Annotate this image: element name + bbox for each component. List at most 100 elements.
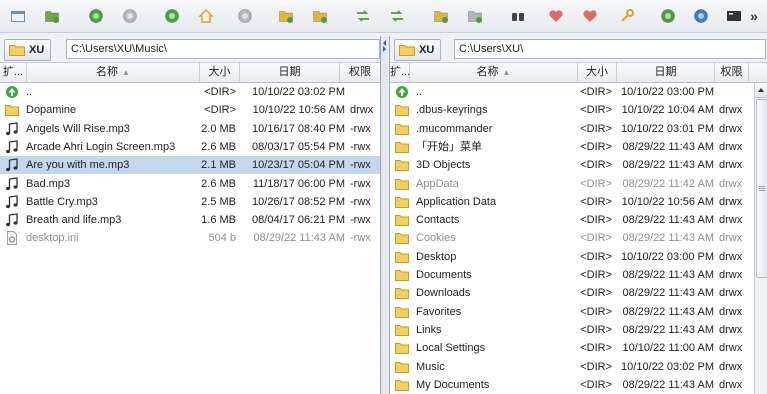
scroll-up-button[interactable] xyxy=(755,83,767,98)
music-file-icon xyxy=(6,195,18,208)
left-file-panel: XU 扩... 名称▲ 大小 日期 权限 .. <DIR> 10/10/22 03:… xyxy=(0,36,381,394)
swap-panels-button[interactable] xyxy=(387,6,407,26)
file-row[interactable]: desktop.ini 504 b 08/29/22 11:43 AM -rwx xyxy=(0,229,380,247)
folder-icon xyxy=(395,215,409,227)
size-column-header[interactable]: 大小 xyxy=(578,63,617,82)
file-name: desktop.ini xyxy=(26,232,79,245)
left-drive-button[interactable]: XU xyxy=(4,39,52,61)
stop-button[interactable] xyxy=(235,6,255,26)
name-column-header[interactable]: 名称 ▲ xyxy=(27,63,200,82)
file-row[interactable]: Cookies <DIR> 08/29/22 11:43 AM drwx xyxy=(390,229,754,247)
new-window-button[interactable] xyxy=(8,6,28,26)
file-row[interactable]: Breath and life.mp3 1.6 MB 08/04/17 06:21 … xyxy=(0,211,380,229)
file-row[interactable]: .mucommander <DIR> 10/10/22 03:01 PM drwx xyxy=(390,120,754,138)
folder-icon xyxy=(5,105,19,117)
file-permissions: drwx xyxy=(350,104,374,117)
key-button[interactable] xyxy=(617,6,637,26)
swap-panels-icon xyxy=(391,10,403,22)
file-row[interactable]: 3D Objects <DIR> 08/29/22 11:43 AM drwx xyxy=(390,156,754,174)
bookmarks-button[interactable] xyxy=(580,6,600,26)
file-permissions: drwx xyxy=(719,250,743,263)
edit-file-icon xyxy=(313,11,327,23)
new-folder-button[interactable] xyxy=(276,6,296,26)
file-row[interactable]: Are you with me.mp3 2.1 MB 10/23/17 05:04 … xyxy=(0,156,380,175)
file-date: 10/10/22 03:00 PM xyxy=(621,250,714,263)
forward-button[interactable] xyxy=(120,6,140,26)
sort-ascending-icon: ▲ xyxy=(502,68,511,77)
permissions-column-header[interactable]: 权限 xyxy=(715,63,749,82)
file-permissions: drwx xyxy=(719,305,743,318)
file-size: <DIR> xyxy=(580,378,612,391)
file-row[interactable]: Local Settings <DIR> 10/10/22 11:00 AM drwx xyxy=(390,339,754,357)
binoculars-button[interactable] xyxy=(508,6,528,26)
home-button[interactable] xyxy=(196,6,216,26)
edit-file-button[interactable] xyxy=(310,6,330,26)
file-row[interactable]: Battle Cry.mp3 2.5 MB 10/26/17 08:52 PM -rw… xyxy=(0,193,380,211)
file-name: .. xyxy=(416,86,423,98)
file-name: Local Settings xyxy=(416,342,486,355)
file-row[interactable]: Contacts <DIR> 08/29/22 11:43 AM drwx xyxy=(390,211,754,229)
stop-icon xyxy=(238,9,252,23)
file-row[interactable]: Bad.mp3 2.6 MB 11/18/17 06:00 PM -rwx xyxy=(0,175,380,193)
file-row[interactable]: Links <DIR> 08/29/22 11:43 AM drwx xyxy=(390,321,754,339)
unmark-files-icon xyxy=(468,11,482,23)
file-name: 「开始」菜单 xyxy=(416,140,482,153)
back-button[interactable] xyxy=(86,6,106,26)
mark-files-button[interactable] xyxy=(431,6,451,26)
file-date: 10/10/22 11:00 AM xyxy=(622,342,714,355)
left-path-input[interactable] xyxy=(66,39,380,59)
file-row[interactable]: Angels Will Rise.mp3 2.0 MB 10/16/17 08:40… xyxy=(0,120,380,138)
file-row[interactable]: Music <DIR> 10/10/22 03:02 PM drwx xyxy=(390,358,754,376)
panel-splitter[interactable] xyxy=(381,36,388,394)
add-tab-button[interactable] xyxy=(42,6,62,26)
file-row[interactable]: AppData <DIR> 08/29/22 11:42 AM drwx xyxy=(390,175,754,193)
right-vertical-scrollbar[interactable] xyxy=(754,83,767,394)
terminal-button[interactable] xyxy=(724,6,744,26)
name-column-header[interactable]: 名称 ▲ xyxy=(410,63,578,82)
file-date: 10/16/17 08:40 PM xyxy=(252,122,345,135)
file-row[interactable]: .. <DIR> 10/10/22 03:02 PM xyxy=(0,83,380,101)
right-drive-button[interactable]: XU xyxy=(394,39,442,61)
ext-column-header[interactable]: 扩... xyxy=(390,63,410,82)
file-row[interactable]: Downloads <DIR> 08/29/22 11:43 AM drwx xyxy=(390,284,754,302)
file-row[interactable]: 「开始」菜单 <DIR> 08/29/22 11:43 AM drwx xyxy=(390,138,754,156)
network-button[interactable] xyxy=(658,6,678,26)
music-file-icon xyxy=(6,121,18,135)
file-row[interactable]: Arcade Ahri Login Screen.mp3 2.6 MB 08/03/… xyxy=(0,138,380,156)
date-column-header[interactable]: 日期 xyxy=(617,63,715,82)
file-row[interactable]: .dbus-keyrings <DIR> 10/10/22 10:04 AM drwx xyxy=(390,101,754,119)
file-permissions: drwx xyxy=(719,177,743,190)
unmark-files-button[interactable] xyxy=(465,6,485,26)
refresh-button[interactable] xyxy=(353,6,373,26)
name-column-label: 名称 xyxy=(476,66,499,78)
file-date: 10/10/22 03:02 PM xyxy=(621,360,714,373)
file-date: 08/29/22 11:43 AM xyxy=(622,232,714,245)
file-date: 10/10/22 10:56 AM xyxy=(621,195,714,208)
file-row[interactable]: Desktop <DIR> 10/10/22 03:00 PM drwx xyxy=(390,248,754,266)
file-permissions: drwx xyxy=(719,232,743,245)
file-row[interactable]: Documents <DIR> 08/29/22 11:43 AM drwx xyxy=(390,266,754,284)
go-parent-button[interactable] xyxy=(162,6,182,26)
globe-icon xyxy=(694,9,708,23)
date-column-header[interactable]: 日期 xyxy=(240,63,340,82)
file-row[interactable]: My Documents <DIR> 08/29/22 11:43 AM drwx xyxy=(390,376,754,394)
file-row[interactable]: Favorites <DIR> 08/29/22 11:43 AM drwx xyxy=(390,303,754,321)
right-path-input[interactable] xyxy=(454,39,766,59)
add-bookmark-button[interactable] xyxy=(546,6,566,26)
globe-button[interactable] xyxy=(691,6,711,26)
file-row[interactable]: Dopamine <DIR> 10/10/22 10:56 AM drwx xyxy=(0,101,380,119)
more-tools-button[interactable]: » xyxy=(744,6,764,26)
file-date: 08/29/22 11:43 AM xyxy=(622,140,714,153)
new-window-icon xyxy=(11,11,25,22)
network-icon xyxy=(661,9,675,23)
file-row[interactable]: Application Data <DIR> 10/10/22 10:56 AM dr… xyxy=(390,193,754,211)
file-row[interactable]: .. <DIR> 10/10/22 03:00 PM xyxy=(390,83,754,101)
size-column-header[interactable]: 大小 xyxy=(200,63,240,82)
file-size: <DIR> xyxy=(580,342,612,355)
scrollbar-thumb[interactable] xyxy=(756,99,767,278)
ext-column-header[interactable]: 扩... xyxy=(0,63,27,82)
permissions-column-header[interactable]: 权限 xyxy=(340,63,380,82)
file-name: Music xyxy=(416,360,445,373)
file-size: <DIR> xyxy=(580,177,612,190)
file-date: 10/10/22 03:00 PM xyxy=(621,86,714,98)
